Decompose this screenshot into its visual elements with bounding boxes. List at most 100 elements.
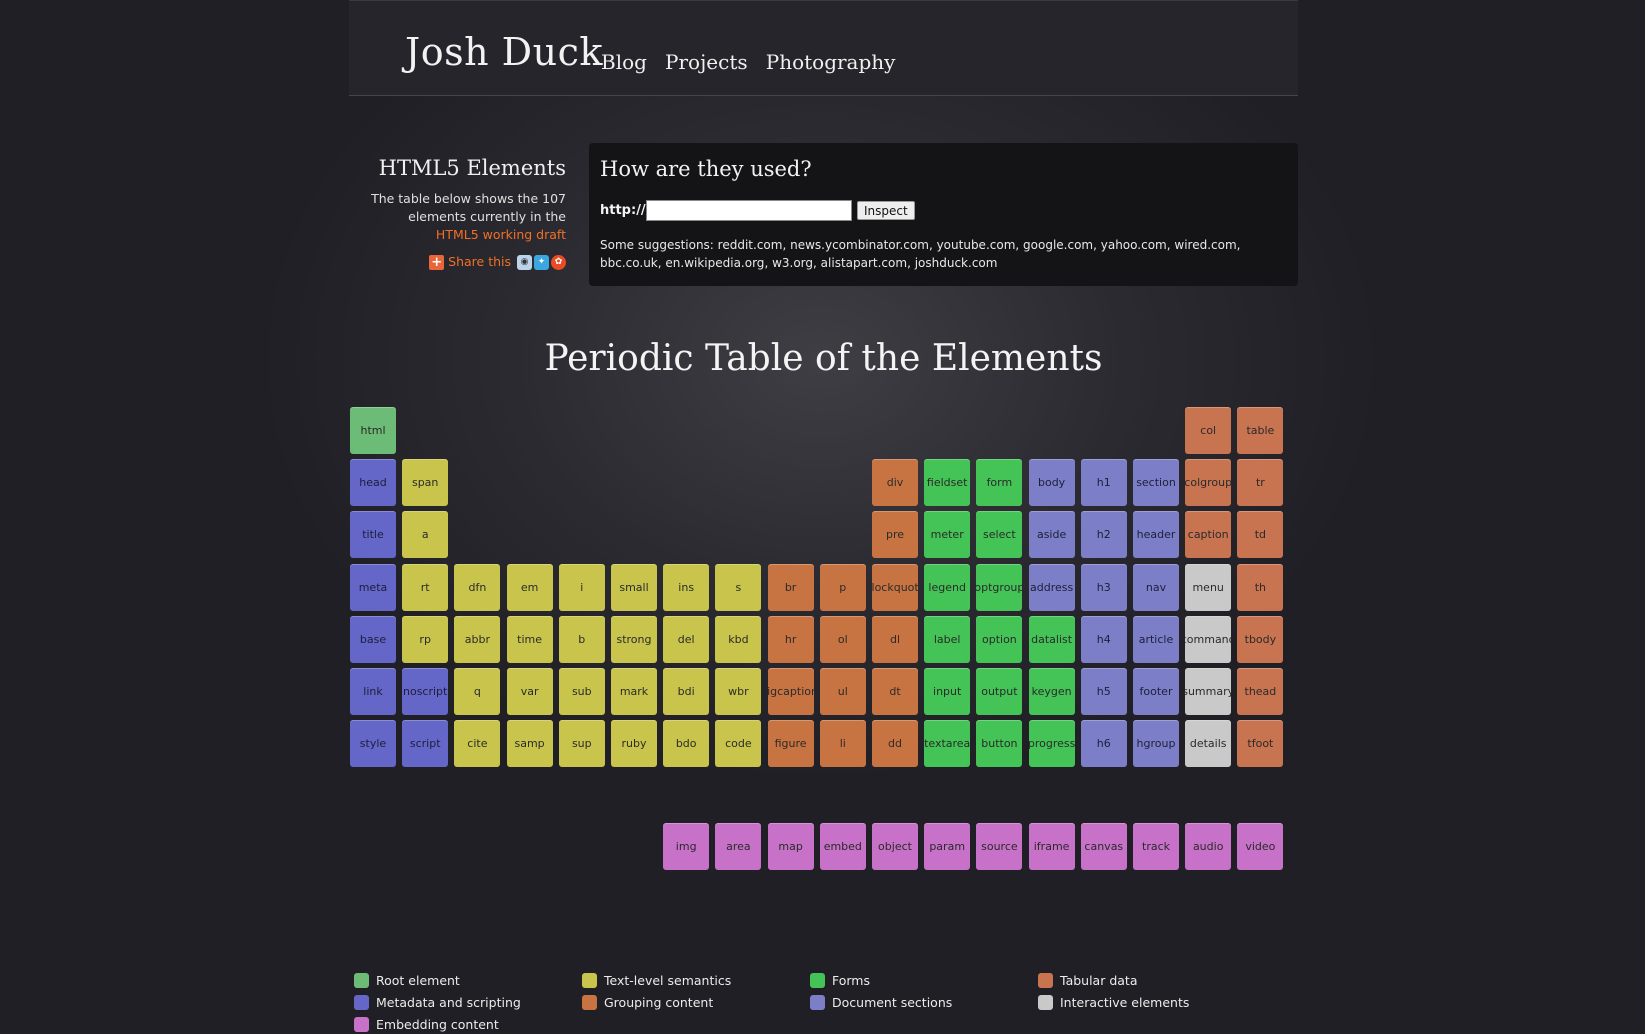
- element-pre[interactable]: pre: [872, 511, 918, 559]
- element-datalist[interactable]: datalist: [1028, 615, 1075, 663]
- element-link[interactable]: link: [350, 668, 396, 715]
- element-a[interactable]: a: [402, 511, 449, 559]
- element-h1[interactable]: h1: [1080, 459, 1127, 507]
- element-input[interactable]: input: [924, 668, 971, 715]
- element-wbr[interactable]: wbr: [715, 668, 762, 715]
- reddit-icon[interactable]: ◉: [517, 255, 532, 270]
- html5-draft-link[interactable]: HTML5 working draft: [436, 227, 566, 242]
- element-mark[interactable]: mark: [611, 668, 657, 715]
- element-div[interactable]: div: [872, 459, 918, 507]
- element-canvas[interactable]: canvas: [1080, 823, 1127, 870]
- stumbleupon-icon[interactable]: ✿: [551, 255, 566, 270]
- element-samp[interactable]: samp: [506, 720, 553, 768]
- element-colgroup[interactable]: colgroup: [1185, 459, 1232, 507]
- twitter-icon[interactable]: ✦: [534, 255, 549, 270]
- element-hgroup[interactable]: hgroup: [1133, 720, 1179, 768]
- element-q[interactable]: q: [454, 668, 501, 715]
- element-source[interactable]: source: [976, 823, 1023, 870]
- suggestion-link[interactable]: en.wikipedia.org: [665, 256, 764, 270]
- suggestion-link[interactable]: w3.org: [772, 256, 813, 270]
- element-dl[interactable]: dl: [872, 615, 918, 663]
- element-hr[interactable]: hr: [767, 615, 814, 663]
- element-button[interactable]: button: [976, 720, 1023, 768]
- element-tbody[interactable]: tbody: [1237, 615, 1284, 663]
- element-s[interactable]: s: [715, 563, 762, 611]
- nav-blog[interactable]: Blog: [601, 50, 647, 74]
- element-rt[interactable]: rt: [402, 563, 449, 611]
- element-base[interactable]: base: [350, 615, 396, 663]
- element-command[interactable]: command: [1185, 615, 1232, 663]
- element-cite[interactable]: cite: [454, 720, 501, 768]
- element-video[interactable]: video: [1237, 823, 1284, 870]
- element-ol[interactable]: ol: [819, 615, 866, 663]
- element-address[interactable]: address: [1028, 563, 1075, 611]
- element-track[interactable]: track: [1133, 823, 1179, 870]
- element-sup[interactable]: sup: [558, 720, 605, 768]
- suggestion-link[interactable]: wired.com: [1174, 238, 1236, 252]
- element-td[interactable]: td: [1237, 511, 1284, 559]
- site-title[interactable]: Josh Duck: [405, 30, 603, 74]
- element-output[interactable]: output: [976, 668, 1023, 715]
- suggestion-link[interactable]: yahoo.com: [1101, 238, 1167, 252]
- element-h6[interactable]: h6: [1080, 720, 1127, 768]
- element-h3[interactable]: h3: [1080, 563, 1127, 611]
- element-param[interactable]: param: [924, 823, 971, 870]
- element-script[interactable]: script: [402, 720, 449, 768]
- element-summary[interactable]: summary: [1185, 668, 1232, 715]
- element-rp[interactable]: rp: [402, 615, 449, 663]
- inspect-button[interactable]: Inspect: [857, 201, 915, 220]
- element-head[interactable]: head: [350, 459, 396, 507]
- element-dfn[interactable]: dfn: [454, 563, 501, 611]
- suggestion-link[interactable]: alistapart.com: [821, 256, 907, 270]
- element-embed[interactable]: embed: [819, 823, 866, 870]
- element-keygen[interactable]: keygen: [1028, 668, 1075, 715]
- element-br[interactable]: br: [767, 563, 814, 611]
- element-dt[interactable]: dt: [872, 668, 918, 715]
- element-th[interactable]: th: [1237, 563, 1284, 611]
- element-meta[interactable]: meta: [350, 563, 396, 611]
- element-area[interactable]: area: [715, 823, 762, 870]
- element-details[interactable]: details: [1185, 720, 1232, 768]
- element-select[interactable]: select: [976, 511, 1023, 559]
- suggestion-link[interactable]: google.com: [1023, 238, 1093, 252]
- element-option[interactable]: option: [976, 615, 1023, 663]
- element-nav[interactable]: nav: [1133, 563, 1179, 611]
- nav-photography[interactable]: Photography: [766, 50, 896, 74]
- element-title[interactable]: title: [350, 511, 396, 559]
- element-section[interactable]: section: [1133, 459, 1179, 507]
- element-small[interactable]: small: [611, 563, 657, 611]
- element-thead[interactable]: thead: [1237, 668, 1284, 715]
- element-kbd[interactable]: kbd: [715, 615, 762, 663]
- element-h2[interactable]: h2: [1080, 511, 1127, 559]
- element-h5[interactable]: h5: [1080, 668, 1127, 715]
- element-style[interactable]: style: [350, 720, 396, 768]
- element-blockquote[interactable]: blockquote: [872, 563, 918, 611]
- element-menu[interactable]: menu: [1185, 563, 1232, 611]
- element-audio[interactable]: audio: [1185, 823, 1232, 870]
- element-img[interactable]: img: [663, 823, 710, 870]
- element-fieldset[interactable]: fieldset: [924, 459, 971, 507]
- element-col[interactable]: col: [1185, 407, 1232, 454]
- element-map[interactable]: map: [767, 823, 814, 870]
- url-input[interactable]: [646, 200, 852, 221]
- element-i[interactable]: i: [558, 563, 605, 611]
- element-legend[interactable]: legend: [924, 563, 971, 611]
- element-textarea[interactable]: textarea: [924, 720, 971, 768]
- element-body[interactable]: body: [1028, 459, 1075, 507]
- element-object[interactable]: object: [872, 823, 918, 870]
- element-abbr[interactable]: abbr: [454, 615, 501, 663]
- element-progress[interactable]: progress: [1028, 720, 1075, 768]
- suggestion-link[interactable]: news.ycombinator.com: [790, 238, 929, 252]
- suggestion-link[interactable]: bbc.co.uk: [600, 256, 658, 270]
- element-li[interactable]: li: [819, 720, 866, 768]
- element-del[interactable]: del: [663, 615, 710, 663]
- suggestion-link[interactable]: joshduck.com: [915, 256, 998, 270]
- suggestion-link[interactable]: youtube.com: [937, 238, 1016, 252]
- element-article[interactable]: article: [1133, 615, 1179, 663]
- element-figure[interactable]: figure: [767, 720, 814, 768]
- nav-projects[interactable]: Projects: [665, 50, 748, 74]
- element-form[interactable]: form: [976, 459, 1023, 507]
- element-footer[interactable]: footer: [1133, 668, 1179, 715]
- element-table[interactable]: table: [1237, 407, 1284, 454]
- element-code[interactable]: code: [715, 720, 762, 768]
